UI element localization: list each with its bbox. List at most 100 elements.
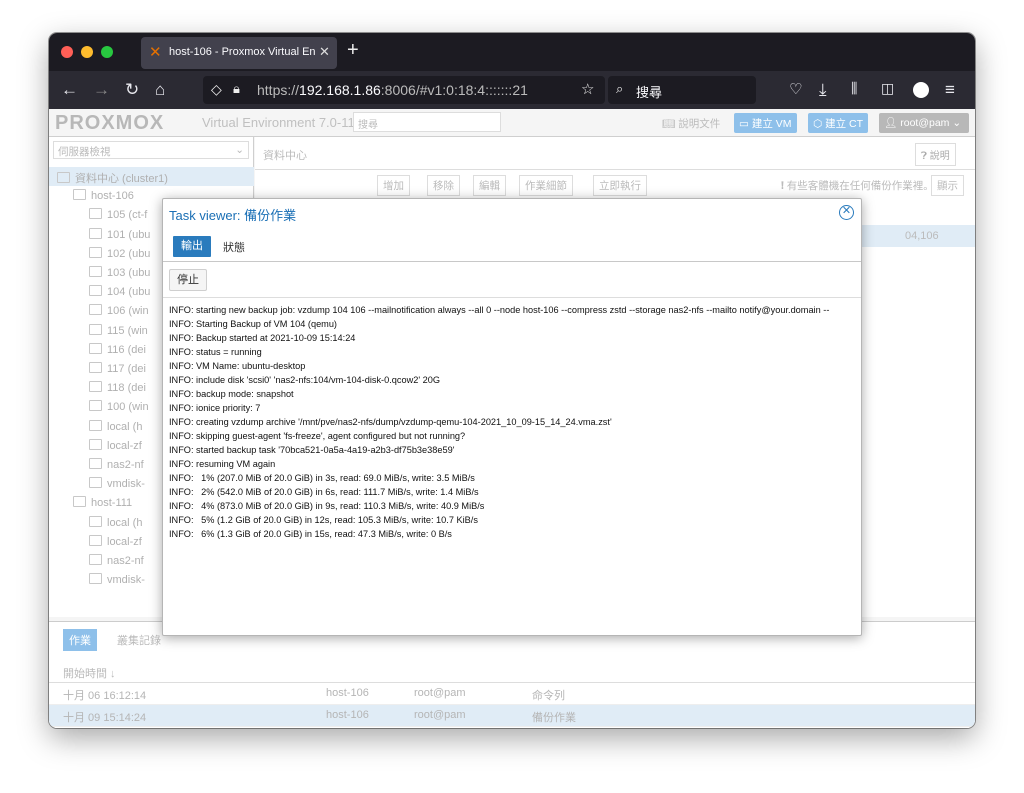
tab-bar: ✕ host-106 - Proxmox Virtual Envi ✕ + <box>49 33 975 71</box>
guest-icon <box>89 304 102 316</box>
tree-item-label: 106 (win <box>107 305 149 318</box>
forward-icon[interactable]: → <box>93 80 110 100</box>
log-line: INFO: status = running <box>169 347 262 357</box>
reload-icon[interactable]: ↻ <box>125 80 139 100</box>
tree-item-label: 102 (ubu <box>107 247 151 260</box>
show-button[interactable]: 顯示 <box>931 175 964 196</box>
close-window-button[interactable] <box>61 46 73 58</box>
task-log-output[interactable]: INFO: starting new backup job: vzdump 10… <box>169 303 859 633</box>
tree-item-label: nas2-nf <box>107 555 144 567</box>
download-icon[interactable]: ⤓ <box>819 80 827 100</box>
job-detail-button[interactable]: 作業細節 <box>519 175 573 196</box>
table-row[interactable]: 十月 06 16:12:14 host-106 root@pam 命令列 <box>49 683 975 705</box>
dialog-close-icon[interactable]: ✕ <box>839 205 854 220</box>
guest-icon <box>89 534 102 546</box>
minimize-window-button[interactable] <box>81 46 93 58</box>
log-divider <box>163 297 861 298</box>
dialog-title: Task viewer: 備份作業 <box>169 208 297 223</box>
tree-item-label: 117 (dei <box>107 363 146 375</box>
tree-item-label: host-111 <box>91 497 133 510</box>
guest-icon <box>89 208 102 220</box>
cell-node: host-106 <box>326 709 369 721</box>
url-bar[interactable]: ◇ 🔒︎ https://192.168.1.86:8006/#v1:0:18:… <box>203 76 605 104</box>
library-icon[interactable]: ⫼ <box>851 80 857 97</box>
tab-output[interactable]: 輸出 <box>173 236 211 257</box>
view-selector[interactable]: 伺服器檢視 ⌄ <box>53 141 249 159</box>
bookmark-star-icon[interactable]: ☆ <box>581 80 594 98</box>
tree-item-label: 116 (dei <box>107 343 146 356</box>
tree-item-label: local (h <box>107 420 143 433</box>
create-ct-button[interactable]: ⬡ 建立 CT <box>808 113 869 133</box>
log-line: INFO: resuming VM again <box>169 459 276 469</box>
shield-icon[interactable]: ◇ <box>211 81 222 98</box>
account-icon[interactable] <box>913 82 929 98</box>
guest-icon <box>89 419 102 431</box>
column-start-time[interactable]: 開始時間 ↓ <box>63 665 116 681</box>
pve-header: PROXMOX Virtual Environment 7.0-11 搜尋 📖︎… <box>49 109 975 137</box>
proxmox-favicon-icon: ✕ <box>149 44 162 61</box>
tree-item-label: 105 (ct-f <box>107 209 148 222</box>
guest-icon <box>89 400 102 412</box>
tab-divider <box>163 261 861 262</box>
menu-icon[interactable]: ≡ <box>945 80 955 100</box>
url-text[interactable]: https://192.168.1.86:8006/#v1:0:18:4::::… <box>257 82 528 98</box>
breadcrumb: 資料中心 <box>263 150 307 162</box>
add-button[interactable]: 增加 <box>377 175 410 196</box>
cell-start: 十月 06 16:12:14 <box>63 690 147 702</box>
create-vm-button[interactable]: ▭ 建立 VM <box>734 113 797 133</box>
log-line: INFO: creating vzdump archive '/mnt/pve/… <box>169 417 612 427</box>
browser-window: ✕ host-106 - Proxmox Virtual Envi ✕ + ← … <box>49 33 975 728</box>
log-line: INFO: started backup task '70bca521-0a5a… <box>169 445 455 455</box>
user-menu-button[interactable]: 👤︎ root@pam ⌄ <box>879 113 969 133</box>
pocket-icon[interactable]: ♡ <box>789 80 802 98</box>
home-icon[interactable]: ⌂ <box>155 80 165 100</box>
log-line: INFO: 5% (1.2 GiB of 20.0 GiB) in 12s, r… <box>169 515 478 525</box>
tree-item[interactable]: 資料中心 (cluster1) <box>49 167 254 186</box>
job-row-cell: 04,106 <box>905 230 939 242</box>
tree-item-label: local-zf <box>107 439 142 452</box>
tab-tasks[interactable]: 作業 <box>63 629 97 651</box>
search-icon: ⌕ <box>616 81 624 96</box>
help-button[interactable]: ❓︎ 說明 <box>915 143 956 166</box>
tree-item-label: 資料中心 (cluster1) <box>75 173 168 185</box>
main-divider <box>255 169 975 170</box>
tab-title: host-106 - Proxmox Virtual Envi <box>169 46 315 58</box>
back-icon[interactable]: ← <box>61 80 78 100</box>
search-bar-label: 搜尋 <box>636 85 663 100</box>
tree-item-label: 103 (ubu <box>107 267 151 279</box>
datacenter-icon <box>57 172 70 183</box>
stop-button[interactable]: 停止 <box>169 269 207 291</box>
tree-item-label: 101 (ubu <box>107 228 151 241</box>
task-viewer-dialog: Task viewer: 備份作業 ✕ 輸出 狀態 停止 INFO: start… <box>162 198 862 636</box>
lock-icon[interactable]: 🔒︎ <box>233 81 240 97</box>
docs-button[interactable]: 📖︎ 說明文件 <box>657 113 725 133</box>
search-bar[interactable]: ⌕ 搜尋 <box>608 76 756 104</box>
sidebar-icon[interactable]: ◫ <box>881 80 894 97</box>
task-table-header: 開始時間 ↓ <box>49 657 975 683</box>
tree-item-label: vmdisk- <box>107 478 145 491</box>
tab-close-icon[interactable]: ✕ <box>319 44 330 60</box>
log-line: INFO: starting new backup job: vzdump 10… <box>169 305 830 315</box>
tree-item-label: 104 (ubu <box>107 286 151 299</box>
table-row[interactable]: 十月 09 14:53:11十月 09 14:53:17host-111root… <box>49 727 975 728</box>
backup-notice: ❗︎ 有些客體機在任何備份作業裡。 <box>781 180 934 192</box>
tab-cluster-log[interactable]: 叢集記錄 <box>117 632 161 648</box>
zoom-window-button[interactable] <box>101 46 113 58</box>
guest-icon <box>89 573 102 585</box>
table-row[interactable]: 十月 09 15:14:24 host-106 root@pam 備份作業 <box>49 705 975 727</box>
tree-item-label: vmdisk- <box>107 574 145 587</box>
header-search-input[interactable]: 搜尋 <box>353 112 501 132</box>
new-tab-button[interactable]: + <box>347 39 359 62</box>
edit-button[interactable]: 編輯 <box>473 175 506 196</box>
guest-icon <box>89 362 102 373</box>
remove-button[interactable]: 移除 <box>427 175 460 196</box>
guest-icon <box>89 438 102 450</box>
guest-icon <box>89 246 102 258</box>
log-line: INFO: backup mode: snapshot <box>169 389 294 399</box>
run-now-button[interactable]: 立即執行 <box>593 175 647 196</box>
browser-tab[interactable]: ✕ host-106 - Proxmox Virtual Envi ✕ <box>141 37 337 69</box>
log-line: INFO: include disk 'scsi0' 'nas2-nfs:104… <box>169 375 441 385</box>
guest-icon <box>89 515 102 527</box>
cell-user: root@pam <box>414 687 466 699</box>
tab-status[interactable]: 狀態 <box>223 239 245 255</box>
